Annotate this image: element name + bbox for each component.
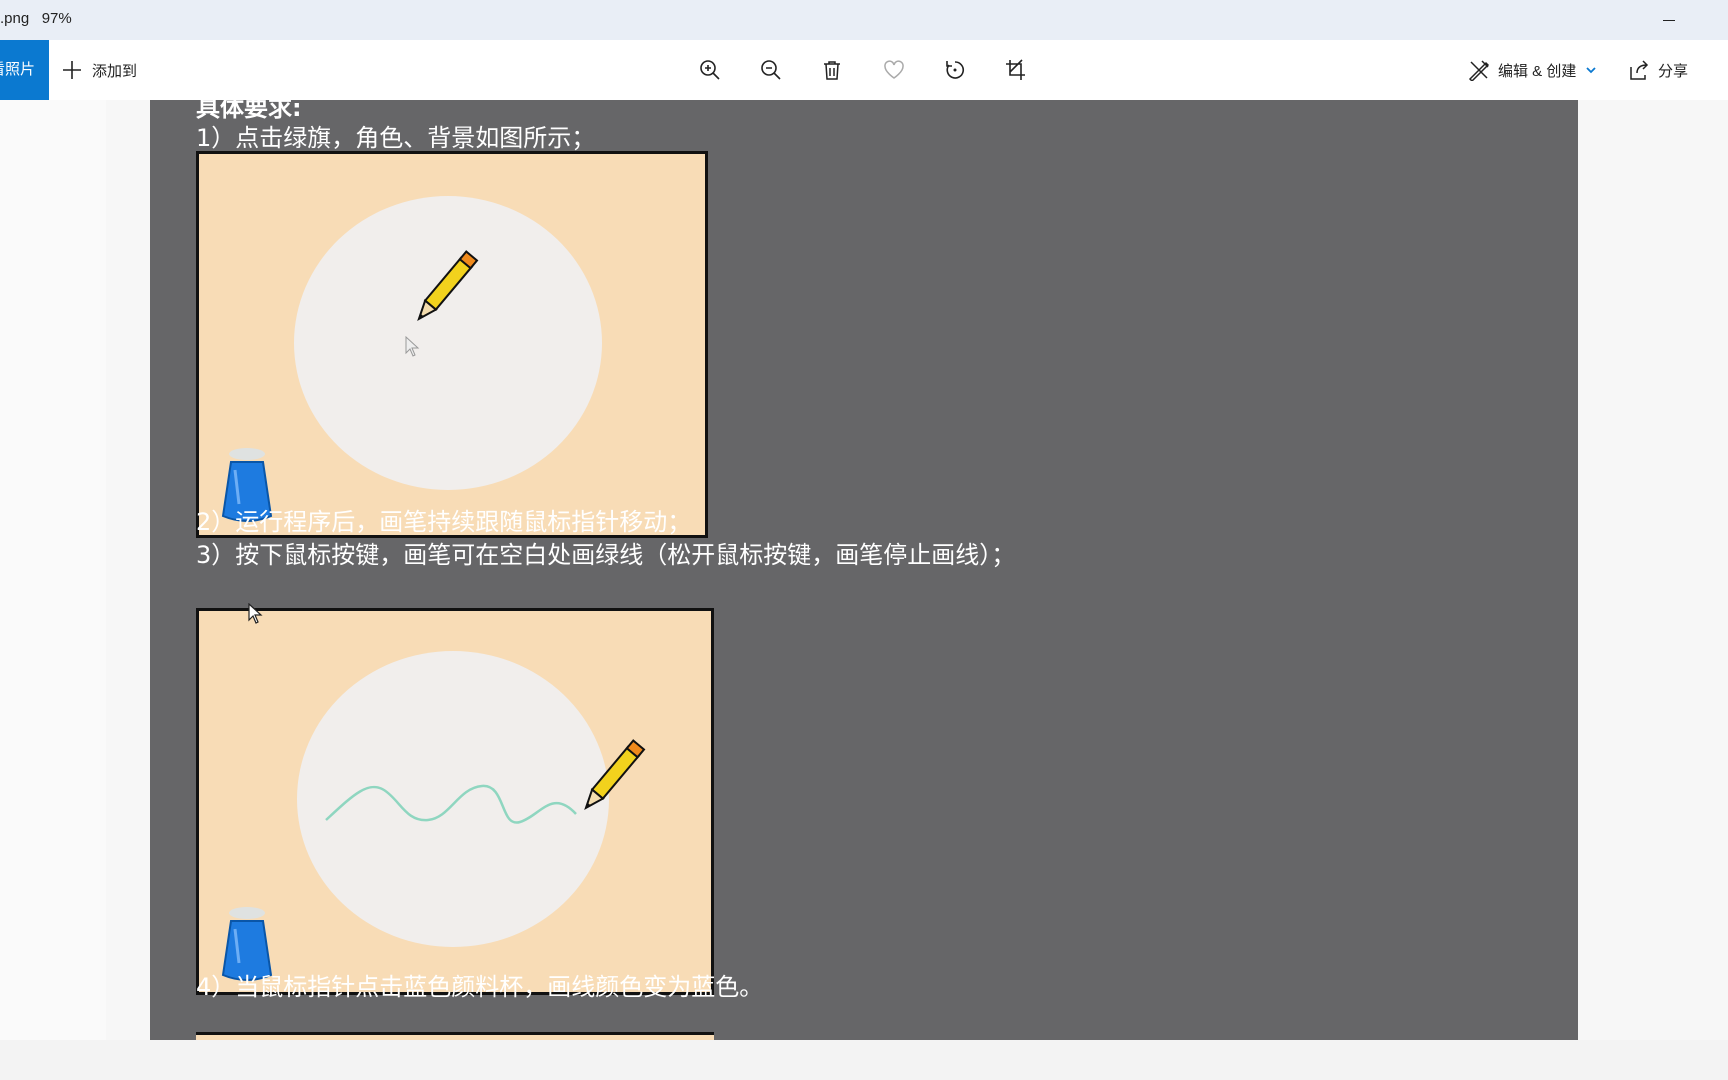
see-all-photos-button[interactable]: 看照片 [0,40,49,100]
delete-button[interactable] [814,52,850,88]
doc-requirement-2: 2）运行程序后，画笔持续跟随鼠标指针移动； [196,508,692,536]
edit-create-button[interactable]: 编辑 & 创建 [1468,40,1598,100]
stage-screenshot-2 [196,608,714,995]
share-label: 分享 [1658,62,1689,80]
crop-icon [1006,59,1025,80]
title-bar: .png 97% [0,0,1728,40]
doc-requirement-4: 4）当鼠标指针点击蓝色颜料杯，画线颜色变为蓝色。 [196,973,764,1001]
toolbar: 看照片 添加到 编辑 & 创建 分享 [0,40,1728,100]
viewer-margin [0,100,106,1040]
minimize-button[interactable] [1646,6,1692,34]
mouse-cursor-icon [405,336,420,357]
zoom-in-button[interactable] [692,52,728,88]
edit-create-icon [1468,60,1490,81]
status-area [0,1040,1728,1080]
image-viewer: 具体要求: 1）点击绿旗，角色、背景如图所示； 2）运行程序后，画笔持续跟随鼠标… [0,100,1728,1040]
stage-screenshot-3-top [196,1032,714,1040]
add-to-button[interactable]: 添加到 [62,40,137,100]
green-drawn-line [325,784,577,824]
minimize-icon [1663,19,1675,21]
doc-requirement-3: 3）按下鼠标按键，画笔可在空白处画绿线（松开鼠标按键，画笔停止画线）； [196,541,1016,569]
stage-circle [294,196,602,490]
heart-icon [884,60,904,79]
edit-create-label: 编辑 & 创建 [1498,62,1577,80]
rotate-button[interactable] [937,52,973,88]
chevron-down-icon [1586,67,1596,74]
see-all-photos-label: 看照片 [0,61,35,78]
mouse-cursor-icon [248,603,263,624]
pencil-sprite [584,739,646,810]
pencil-sprite [417,250,479,321]
zoom-in-icon [700,60,720,80]
delete-icon [824,61,840,80]
share-icon [1630,60,1649,80]
share-button[interactable]: 分享 [1628,40,1688,100]
favorite-button[interactable] [876,52,912,88]
zoom-out-button[interactable] [753,52,789,88]
displayed-image[interactable]: 具体要求: 1）点击绿旗，角色、背景如图所示； 2）运行程序后，画笔持续跟随鼠标… [150,100,1578,1040]
plus-icon [63,61,81,79]
add-to-label: 添加到 [92,62,138,80]
stage-screenshot-1 [196,151,708,538]
window-title: .png 97% [0,10,72,27]
zoom-out-icon [761,60,781,80]
crop-button[interactable] [998,52,1034,88]
doc-requirement-1: 1）点击绿旗，角色、背景如图所示； [196,124,596,152]
rotate-icon [946,61,965,79]
